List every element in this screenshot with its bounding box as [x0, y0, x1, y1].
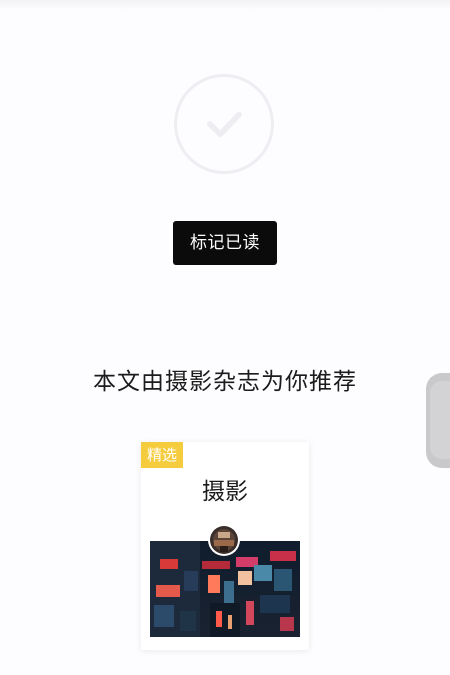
featured-badge: 精选: [141, 442, 183, 468]
top-strip: [0, 0, 450, 10]
checkmark-circle-icon: [174, 74, 274, 174]
recommendation-text: 本文由摄影杂志为你推荐: [93, 369, 357, 395]
card-title: 摄影: [202, 479, 248, 505]
side-drawer-handle-inner: [430, 381, 450, 459]
magazine-avatar: [208, 524, 240, 556]
mark-read-button[interactable]: 标记已读: [173, 221, 277, 265]
article-end-page: 标记已读 本文由摄影杂志为你推荐 精选 摄影: [0, 0, 450, 675]
magazine-card[interactable]: 精选 摄影: [141, 442, 309, 650]
side-drawer-handle[interactable]: [426, 373, 450, 468]
